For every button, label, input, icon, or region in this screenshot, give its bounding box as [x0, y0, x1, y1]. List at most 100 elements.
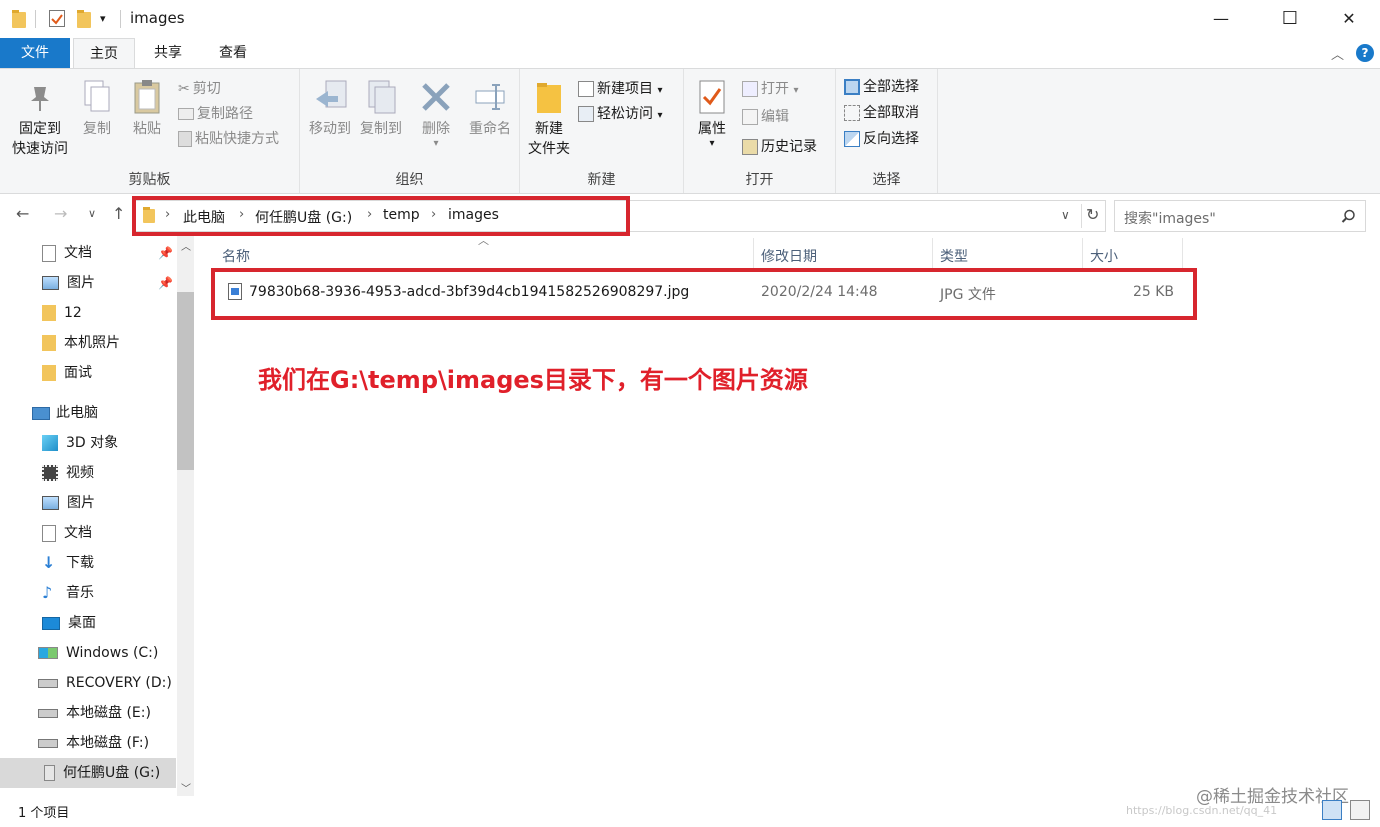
- properties-quick-icon[interactable]: [49, 10, 65, 27]
- select-all-icon: [844, 79, 860, 95]
- properties-dropdown-icon[interactable]: ▾: [690, 139, 734, 149]
- sidebar-item-videos[interactable]: 视频: [42, 458, 94, 488]
- sidebar-scrollbar[interactable]: ︿ ﹀: [177, 236, 194, 796]
- sidebar-item-pictures[interactable]: 图片 📌: [42, 268, 174, 298]
- search-icon[interactable]: [1341, 209, 1356, 224]
- sidebar-item-desktop[interactable]: 桌面: [42, 608, 96, 638]
- easy-access-button[interactable]: 轻松访问 ▾: [578, 102, 662, 126]
- maximize-button[interactable]: ☐: [1267, 0, 1313, 38]
- easy-access-icon: [578, 106, 594, 122]
- drive-icon: [38, 738, 58, 748]
- paste-shortcut-icon: [178, 131, 192, 147]
- details-view-icon[interactable]: [1322, 800, 1342, 820]
- open-dropdown-icon: ▾: [793, 85, 799, 96]
- sidebar-item-drive-c[interactable]: Windows (C:): [38, 638, 158, 668]
- sidebar-item-folder-12[interactable]: 12: [42, 298, 82, 328]
- sidebar-item-3d-objects[interactable]: 3D 对象: [42, 428, 118, 458]
- forward-arrow-icon[interactable]: →: [54, 204, 67, 223]
- folder-icon: [12, 10, 26, 28]
- cut-button[interactable]: ✂ 剪切: [178, 77, 221, 101]
- scroll-down-icon[interactable]: ﹀: [181, 780, 191, 795]
- copy-button[interactable]: 复制: [76, 79, 118, 139]
- refresh-icon[interactable]: ↻: [1086, 205, 1099, 224]
- pin-quick-access-button[interactable]: 固定到 快速访问: [6, 79, 74, 159]
- clipboard-group: 固定到 快速访问 复制 粘贴 ✂ 剪切 复制路径 粘贴快捷方式 剪贴板: [0, 69, 300, 193]
- address-highlight-box: [132, 196, 630, 236]
- windows-drive-icon: [38, 647, 58, 659]
- sidebar-item-drive-g[interactable]: 何任鹏U盘 (G:): [0, 758, 176, 788]
- new-folder-button[interactable]: 新建 文件夹: [526, 79, 572, 159]
- item-count: 1 个项目: [18, 806, 70, 821]
- paste-button[interactable]: 粘贴: [124, 79, 170, 139]
- sidebar-item-music[interactable]: ♪ 音乐: [42, 578, 94, 608]
- scroll-up-icon[interactable]: ︿: [181, 238, 191, 253]
- history-icon: [742, 139, 758, 155]
- new-folder-icon: [537, 83, 561, 113]
- folder-icon: [42, 305, 56, 321]
- copy-icon: [84, 80, 110, 112]
- ribbon: 固定到 快速访问 复制 粘贴 ✂ 剪切 复制路径 粘贴快捷方式 剪贴板 移动到 复…: [0, 68, 1380, 194]
- copy-path-button[interactable]: 复制路径: [178, 102, 253, 126]
- open-button[interactable]: 打开 ▾: [742, 77, 798, 101]
- tab-file[interactable]: 文件: [0, 38, 70, 68]
- customize-toolbar-icon[interactable]: ▾: [100, 12, 106, 25]
- pin-icon[interactable]: 📌: [158, 238, 173, 268]
- tab-home[interactable]: 主页: [73, 38, 135, 69]
- pin-icon[interactable]: 📌: [158, 268, 173, 298]
- edit-button[interactable]: 编辑: [742, 105, 789, 129]
- up-arrow-icon[interactable]: ↑: [112, 204, 125, 223]
- sidebar-item-this-pc[interactable]: 此电脑: [32, 398, 98, 428]
- folder-icon: [42, 365, 56, 381]
- large-icons-view-icon[interactable]: [1350, 800, 1370, 820]
- tab-share[interactable]: 共享: [138, 38, 198, 68]
- select-none-button[interactable]: 全部取消: [844, 101, 919, 125]
- sidebar-item-drive-d[interactable]: RECOVERY (D:): [38, 668, 172, 698]
- sidebar-item-drive-f[interactable]: 本地磁盘 (F:): [38, 728, 149, 758]
- document-icon: [42, 524, 56, 542]
- new-item-button[interactable]: 新建项目 ▾: [578, 77, 662, 101]
- delete-button[interactable]: 删除 ▾: [416, 79, 456, 149]
- recent-locations-chevron-icon[interactable]: ∨: [88, 207, 96, 220]
- select-all-button[interactable]: 全部选择: [844, 75, 919, 99]
- back-arrow-icon[interactable]: ←: [16, 204, 29, 223]
- minimize-button[interactable]: —: [1198, 0, 1244, 38]
- move-to-button[interactable]: 移动到: [304, 79, 356, 139]
- delete-x-icon: [422, 83, 450, 111]
- close-button[interactable]: ✕: [1326, 0, 1372, 38]
- file-highlight-box: [211, 268, 1197, 320]
- new-folder-quick-icon[interactable]: [77, 10, 91, 28]
- history-button[interactable]: 历史记录: [742, 135, 817, 159]
- video-icon: [42, 465, 58, 481]
- collapse-ribbon-icon[interactable]: ︿: [1331, 44, 1344, 63]
- rename-button[interactable]: 重命名: [462, 79, 518, 139]
- properties-button[interactable]: 属性 ▾: [690, 79, 734, 149]
- sidebar-item-downloads[interactable]: ↓ 下载: [42, 548, 94, 578]
- sidebar-item-documents[interactable]: 文档 📌: [42, 238, 174, 268]
- address-dropdown-icon[interactable]: ∨: [1061, 208, 1070, 222]
- annotation-text: 我们在G:\temp\images目录下，有一个图片资源: [258, 366, 808, 394]
- status-bar: 1 个项目 https://blog.csdn.net/qq_41 @稀土掘金技…: [0, 787, 1380, 827]
- invert-selection-button[interactable]: 反向选择: [844, 127, 919, 151]
- scissors-icon: ✂: [178, 81, 190, 97]
- help-icon[interactable]: ?: [1356, 44, 1374, 62]
- search-box[interactable]: 搜索"images": [1114, 200, 1366, 232]
- delete-dropdown-icon[interactable]: ▾: [416, 139, 456, 149]
- column-header-modified[interactable]: 修改日期: [761, 246, 817, 266]
- sidebar-item-documents-pc[interactable]: 文档: [42, 518, 92, 548]
- sidebar-item-drive-e[interactable]: 本地磁盘 (E:): [38, 698, 151, 728]
- scrollbar-thumb[interactable]: [177, 292, 194, 470]
- open-icon: [742, 81, 758, 97]
- easy-access-dropdown-icon: ▾: [657, 110, 663, 121]
- column-header-type[interactable]: 类型: [940, 246, 968, 266]
- new-item-dropdown-icon: ▾: [657, 85, 663, 96]
- paste-shortcut-button[interactable]: 粘贴快捷方式: [178, 127, 279, 151]
- sidebar-item-interview[interactable]: 面试: [42, 358, 92, 388]
- copy-to-button[interactable]: 复制到: [356, 79, 406, 139]
- column-header-size[interactable]: 大小: [1090, 246, 1118, 266]
- picture-icon: [42, 276, 59, 290]
- column-header-name[interactable]: 名称: [222, 246, 250, 266]
- tab-view[interactable]: 查看: [203, 38, 263, 68]
- sidebar-item-local-photos[interactable]: 本机照片: [42, 328, 120, 358]
- window-title: images: [130, 9, 185, 27]
- sidebar-item-pictures-pc[interactable]: 图片: [42, 488, 95, 518]
